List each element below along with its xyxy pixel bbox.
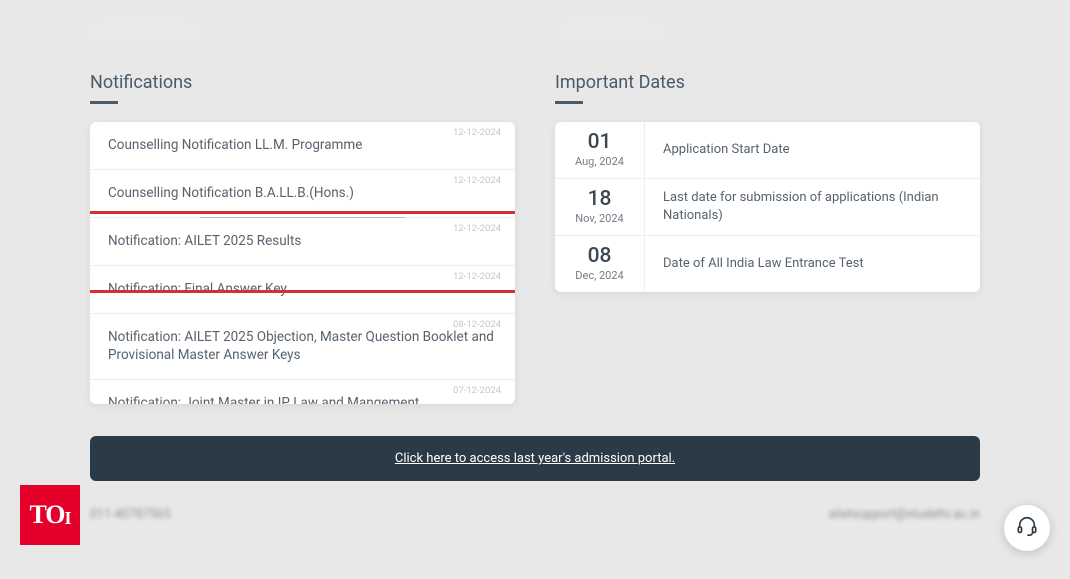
date-month: Aug, 2024 bbox=[555, 155, 644, 168]
logo-text-small: I bbox=[65, 508, 71, 529]
date-row: 18 Nov, 2024 Last date for submission of… bbox=[555, 179, 980, 236]
notification-date: 12-12-2024 bbox=[453, 174, 501, 187]
notification-title: Notification: AILET 2025 Objection, Mast… bbox=[108, 329, 494, 364]
date-day: 18 bbox=[555, 189, 644, 210]
page-container: Notifications Counselling Notification L… bbox=[0, 0, 1070, 522]
support-headset-button[interactable] bbox=[1004, 505, 1050, 551]
heading-underline bbox=[90, 101, 118, 104]
footer-phone: 011-40787565 bbox=[90, 507, 171, 522]
notification-item[interactable]: Counselling Notification B.A.LL.B.(Hons.… bbox=[90, 170, 515, 218]
notification-item[interactable]: Notification: AILET 2025 Results 12-12-2… bbox=[90, 218, 515, 266]
date-left-cell: 18 Nov, 2024 bbox=[555, 179, 645, 235]
date-description: Last date for submission of applications… bbox=[645, 179, 980, 234]
date-row: 01 Aug, 2024 Application Start Date bbox=[555, 122, 980, 179]
notification-date: 08-12-2024 bbox=[453, 318, 501, 331]
date-day: 01 bbox=[555, 132, 644, 153]
date-left-cell: 01 Aug, 2024 bbox=[555, 122, 645, 178]
important-dates-card: 01 Aug, 2024 Application Start Date 18 N… bbox=[555, 122, 980, 292]
blur-placeholder bbox=[555, 20, 665, 42]
date-description: Application Start Date bbox=[645, 131, 980, 169]
notification-title: Notification: AILET 2025 Results bbox=[108, 233, 301, 249]
last-year-portal-link[interactable]: Click here to access last year's admissi… bbox=[90, 436, 980, 481]
notification-title: Counselling Notification B.A.LL.B.(Hons.… bbox=[108, 185, 354, 201]
footer-email: ailetsupport@nludelhi.ac.in bbox=[829, 507, 980, 522]
notification-date: 12-12-2024 bbox=[453, 126, 501, 139]
logo-text-big: TO bbox=[29, 500, 64, 530]
important-dates-section: Important Dates 01 Aug, 2024 Application… bbox=[555, 72, 980, 404]
notification-item[interactable]: Notification: Final Answer Key 12-12-202… bbox=[90, 266, 515, 314]
notification-item[interactable]: Counselling Notification LL.M. Programme… bbox=[90, 122, 515, 170]
date-left-cell: 08 Dec, 2024 bbox=[555, 236, 645, 292]
notification-title: Notification: Final Answer Key bbox=[108, 281, 287, 297]
headset-icon bbox=[1016, 515, 1038, 541]
notifications-section: Notifications Counselling Notification L… bbox=[90, 72, 515, 404]
top-nav-placeholder bbox=[90, 20, 980, 42]
toi-logo: TOI bbox=[20, 485, 80, 545]
blur-placeholder bbox=[90, 20, 200, 42]
footer-row: 011-40787565 ailetsupport@nludelhi.ac.in bbox=[90, 507, 980, 522]
notifications-heading: Notifications bbox=[90, 72, 515, 93]
notification-title: Notification: Joint Master in IP Law and… bbox=[108, 395, 419, 404]
notification-item[interactable]: Notification: Joint Master in IP Law and… bbox=[90, 380, 515, 404]
heading-underline bbox=[555, 101, 583, 104]
notification-date: 07-12-2024 bbox=[453, 384, 501, 397]
important-dates-heading: Important Dates bbox=[555, 72, 980, 93]
notification-date: 12-12-2024 bbox=[453, 222, 501, 235]
portal-link-text: Click here to access last year's admissi… bbox=[395, 451, 675, 466]
notification-item[interactable]: Notification: AILET 2025 Objection, Mast… bbox=[90, 314, 515, 381]
notification-title: Counselling Notification LL.M. Programme bbox=[108, 137, 362, 153]
notification-date: 12-12-2024 bbox=[453, 270, 501, 283]
date-month: Nov, 2024 bbox=[555, 212, 644, 225]
date-day: 08 bbox=[555, 246, 644, 267]
date-month: Dec, 2024 bbox=[555, 269, 644, 282]
notifications-card: Counselling Notification LL.M. Programme… bbox=[90, 122, 515, 404]
date-description: Date of All India Law Entrance Test bbox=[645, 245, 980, 283]
date-row: 08 Dec, 2024 Date of All India Law Entra… bbox=[555, 236, 980, 292]
